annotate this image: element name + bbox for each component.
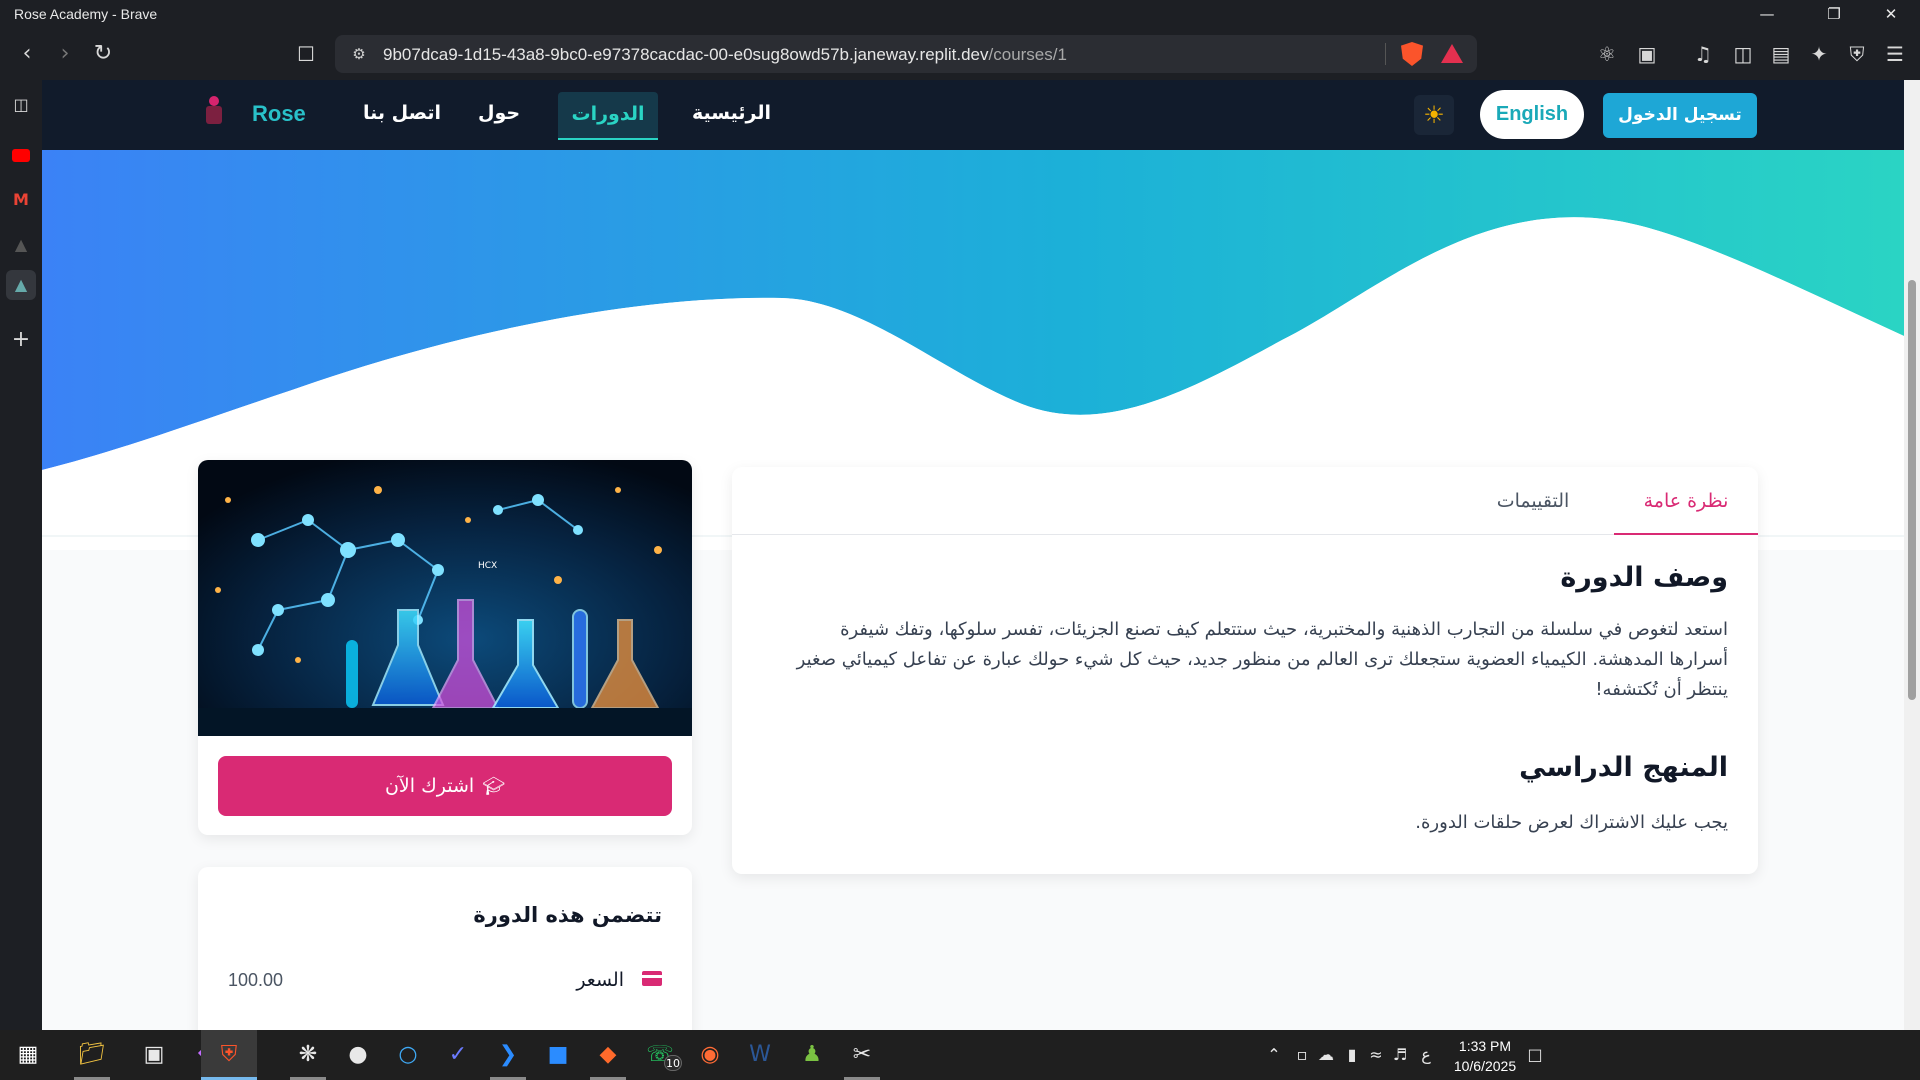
image-label: HCX	[478, 561, 497, 571]
price-value: 100.00	[228, 970, 284, 990]
clock-time: 1:33 PM	[1458, 1038, 1512, 1054]
notification-icon[interactable]: □	[1520, 1030, 1550, 1080]
browser-toolbar: ‹ › ↻ ☐ ⚙ 9b07dca9-1d15-43a8-9bc0-e97378…	[0, 28, 1920, 80]
brave-rewards-icon[interactable]	[1441, 44, 1463, 63]
sidebar-panel-icon[interactable]: ◫	[1730, 41, 1756, 67]
page-viewport: Rose اتصل بنا حول الدورات الرئيسية ☀ Eng…	[42, 80, 1904, 1030]
snipping-tool-icon[interactable]: ✂	[834, 1030, 890, 1080]
word-icon[interactable]: W	[732, 1030, 788, 1080]
graduation-cap-icon: 🎓︎	[482, 776, 506, 797]
vpn-icon[interactable]: ⛨	[1844, 41, 1870, 67]
brave-shield-icon[interactable]	[1401, 42, 1423, 66]
brand-name[interactable]: Rose	[252, 101, 306, 127]
close-button[interactable]: ✕	[1862, 0, 1920, 28]
restore-button[interactable]: ❐	[1805, 0, 1863, 28]
subscribe-button[interactable]: 🎓︎ اشترك الآن	[218, 756, 672, 816]
price-row: السعر 100.00	[228, 967, 662, 997]
subscribe-label: اشترك الآن	[384, 775, 475, 797]
terminal-icon[interactable]: ●	[330, 1030, 386, 1080]
clock-date: 10/6/2025	[1453, 1058, 1517, 1074]
gmail-icon[interactable]: M	[6, 185, 36, 215]
forward-icon[interactable]: ›	[50, 39, 80, 69]
reader-mode-icon[interactable]: ▣	[1634, 41, 1660, 67]
postman-icon[interactable]: ◉	[682, 1030, 738, 1080]
tray-overflow-icon[interactable]: ⌃	[1262, 1030, 1286, 1080]
menu-icon[interactable]: ☰	[1882, 41, 1908, 67]
course-tabs: نظرة عامة التقييمات	[732, 467, 1758, 535]
site-settings-icon[interactable]: ⚙	[349, 44, 369, 64]
bookmark-icon[interactable]: ☐	[291, 39, 321, 69]
replit-icon[interactable]: ◆	[580, 1030, 636, 1080]
extensions-icon[interactable]: ⚛	[1594, 41, 1620, 67]
description-heading: وصف الدورة	[1560, 562, 1728, 593]
course-image: HCX	[198, 460, 692, 736]
window-titlebar: Rose Academy - Brave — ❐ ✕	[0, 0, 1920, 28]
volume-icon[interactable]: ♬	[1388, 1030, 1412, 1080]
chatgpt-icon[interactable]: ❋	[280, 1030, 336, 1080]
windows-taskbar: ▦ 📁︎ ▣ ❖ ⛨ ❋ ● ○ ✓ ❯ ■ ◆ ☏10 ◉ W ♟ ✂ ⌃ ▫…	[0, 1030, 1920, 1080]
url-separator	[1385, 43, 1386, 65]
course-includes-card: تتضمن هذه الدورة السعر 100.00	[198, 867, 692, 1030]
price-card-icon	[642, 971, 662, 986]
onedrive-icon[interactable]: ☁	[1314, 1030, 1338, 1080]
edge-icon[interactable]: ○	[380, 1030, 436, 1080]
curriculum-notice: يجب عليك الاشتراك لعرض حلقات الدورة.	[1415, 812, 1728, 833]
add-icon[interactable]: +	[6, 325, 36, 355]
whatsapp-icon[interactable]: ☏ 10	[632, 1030, 688, 1080]
course-details-card: نظرة عامة التقييمات وصف الدورة استعد لتغ…	[732, 467, 1758, 874]
windows-start-icon[interactable]: ▦	[0, 1030, 56, 1080]
page-scrollbar[interactable]	[1904, 80, 1920, 1030]
url-text[interactable]: 9b07dca9-1d15-43a8-9bc0-e97378cacdac-00-…	[383, 45, 1067, 65]
wifi-icon[interactable]: ≈	[1364, 1030, 1388, 1080]
media-icon[interactable]: ♫	[1690, 41, 1716, 67]
vscode-icon[interactable]: ❯	[480, 1030, 536, 1080]
tray-app-icon[interactable]: ▫	[1290, 1030, 1314, 1080]
brave-taskbar-icon[interactable]: ⛨	[201, 1030, 257, 1080]
course-description: استعد لتغوص في سلسلة من التجارب الذهنية …	[796, 619, 1728, 700]
minimize-button[interactable]: —	[1738, 0, 1796, 28]
nav-home[interactable]: الرئيسية	[692, 102, 771, 124]
price-label: السعر	[576, 969, 624, 991]
youtube-icon[interactable]	[6, 140, 36, 170]
app-icon[interactable]: ✓	[430, 1030, 486, 1080]
nav-courses[interactable]: الدورات	[558, 92, 658, 140]
rose-logo-icon[interactable]	[204, 96, 224, 132]
sidebar-toggle-icon[interactable]: ◫	[6, 90, 36, 120]
sun-icon[interactable]: ☀	[1414, 95, 1454, 135]
course-card: HCX 🎓︎ اشترك الآن	[198, 460, 692, 835]
file-explorer-icon[interactable]: 📁︎	[64, 1030, 120, 1080]
battery-icon[interactable]: ▮	[1340, 1030, 1364, 1080]
site-navbar: Rose اتصل بنا حول الدورات الرئيسية ☀ Eng…	[42, 80, 1904, 150]
window-title: Rose Academy - Brave	[14, 6, 158, 22]
nav-contact[interactable]: اتصل بنا	[363, 102, 441, 124]
wallet-icon[interactable]: ▤	[1768, 41, 1794, 67]
language-button[interactable]: English	[1480, 90, 1584, 139]
input-language[interactable]: ع	[1414, 1030, 1438, 1080]
reload-icon[interactable]: ↻	[88, 39, 118, 69]
store-icon[interactable]: ▣	[126, 1030, 182, 1080]
url-path: /courses/1	[988, 45, 1067, 64]
nav-courses-label: الدورات	[571, 103, 645, 125]
nav-about[interactable]: حول	[478, 102, 520, 124]
curriculum-heading: المنهج الدراسي	[1519, 752, 1728, 783]
url-host: 9b07dca9-1d15-43a8-9bc0-e97378cacdac-00-…	[383, 45, 989, 64]
chess-icon[interactable]: ♟	[784, 1030, 840, 1080]
tab-reviews[interactable]: التقييمات	[1468, 467, 1598, 535]
back-icon[interactable]: ‹	[12, 39, 42, 69]
tab-overview[interactable]: نظرة عامة	[1614, 467, 1758, 535]
login-button[interactable]: تسجيل الدخول	[1603, 93, 1757, 138]
scrollbar-thumb[interactable]	[1908, 280, 1916, 700]
leo-ai-icon[interactable]: ✦	[1806, 41, 1832, 67]
app-icon[interactable]: ▲	[6, 270, 36, 300]
app-icon[interactable]: ■	[530, 1030, 586, 1080]
app-icon[interactable]: ▲	[6, 230, 36, 260]
browser-sidebar: ◫ M ▲ ▲ +	[0, 80, 42, 1030]
includes-title: تتضمن هذه الدورة	[473, 903, 662, 927]
system-clock[interactable]: 1:33 PM 10/6/2025	[1440, 1036, 1530, 1076]
whatsapp-badge: 10	[664, 1055, 682, 1071]
address-bar[interactable]: ⚙ 9b07dca9-1d15-43a8-9bc0-e97378cacdac-0…	[335, 35, 1477, 73]
